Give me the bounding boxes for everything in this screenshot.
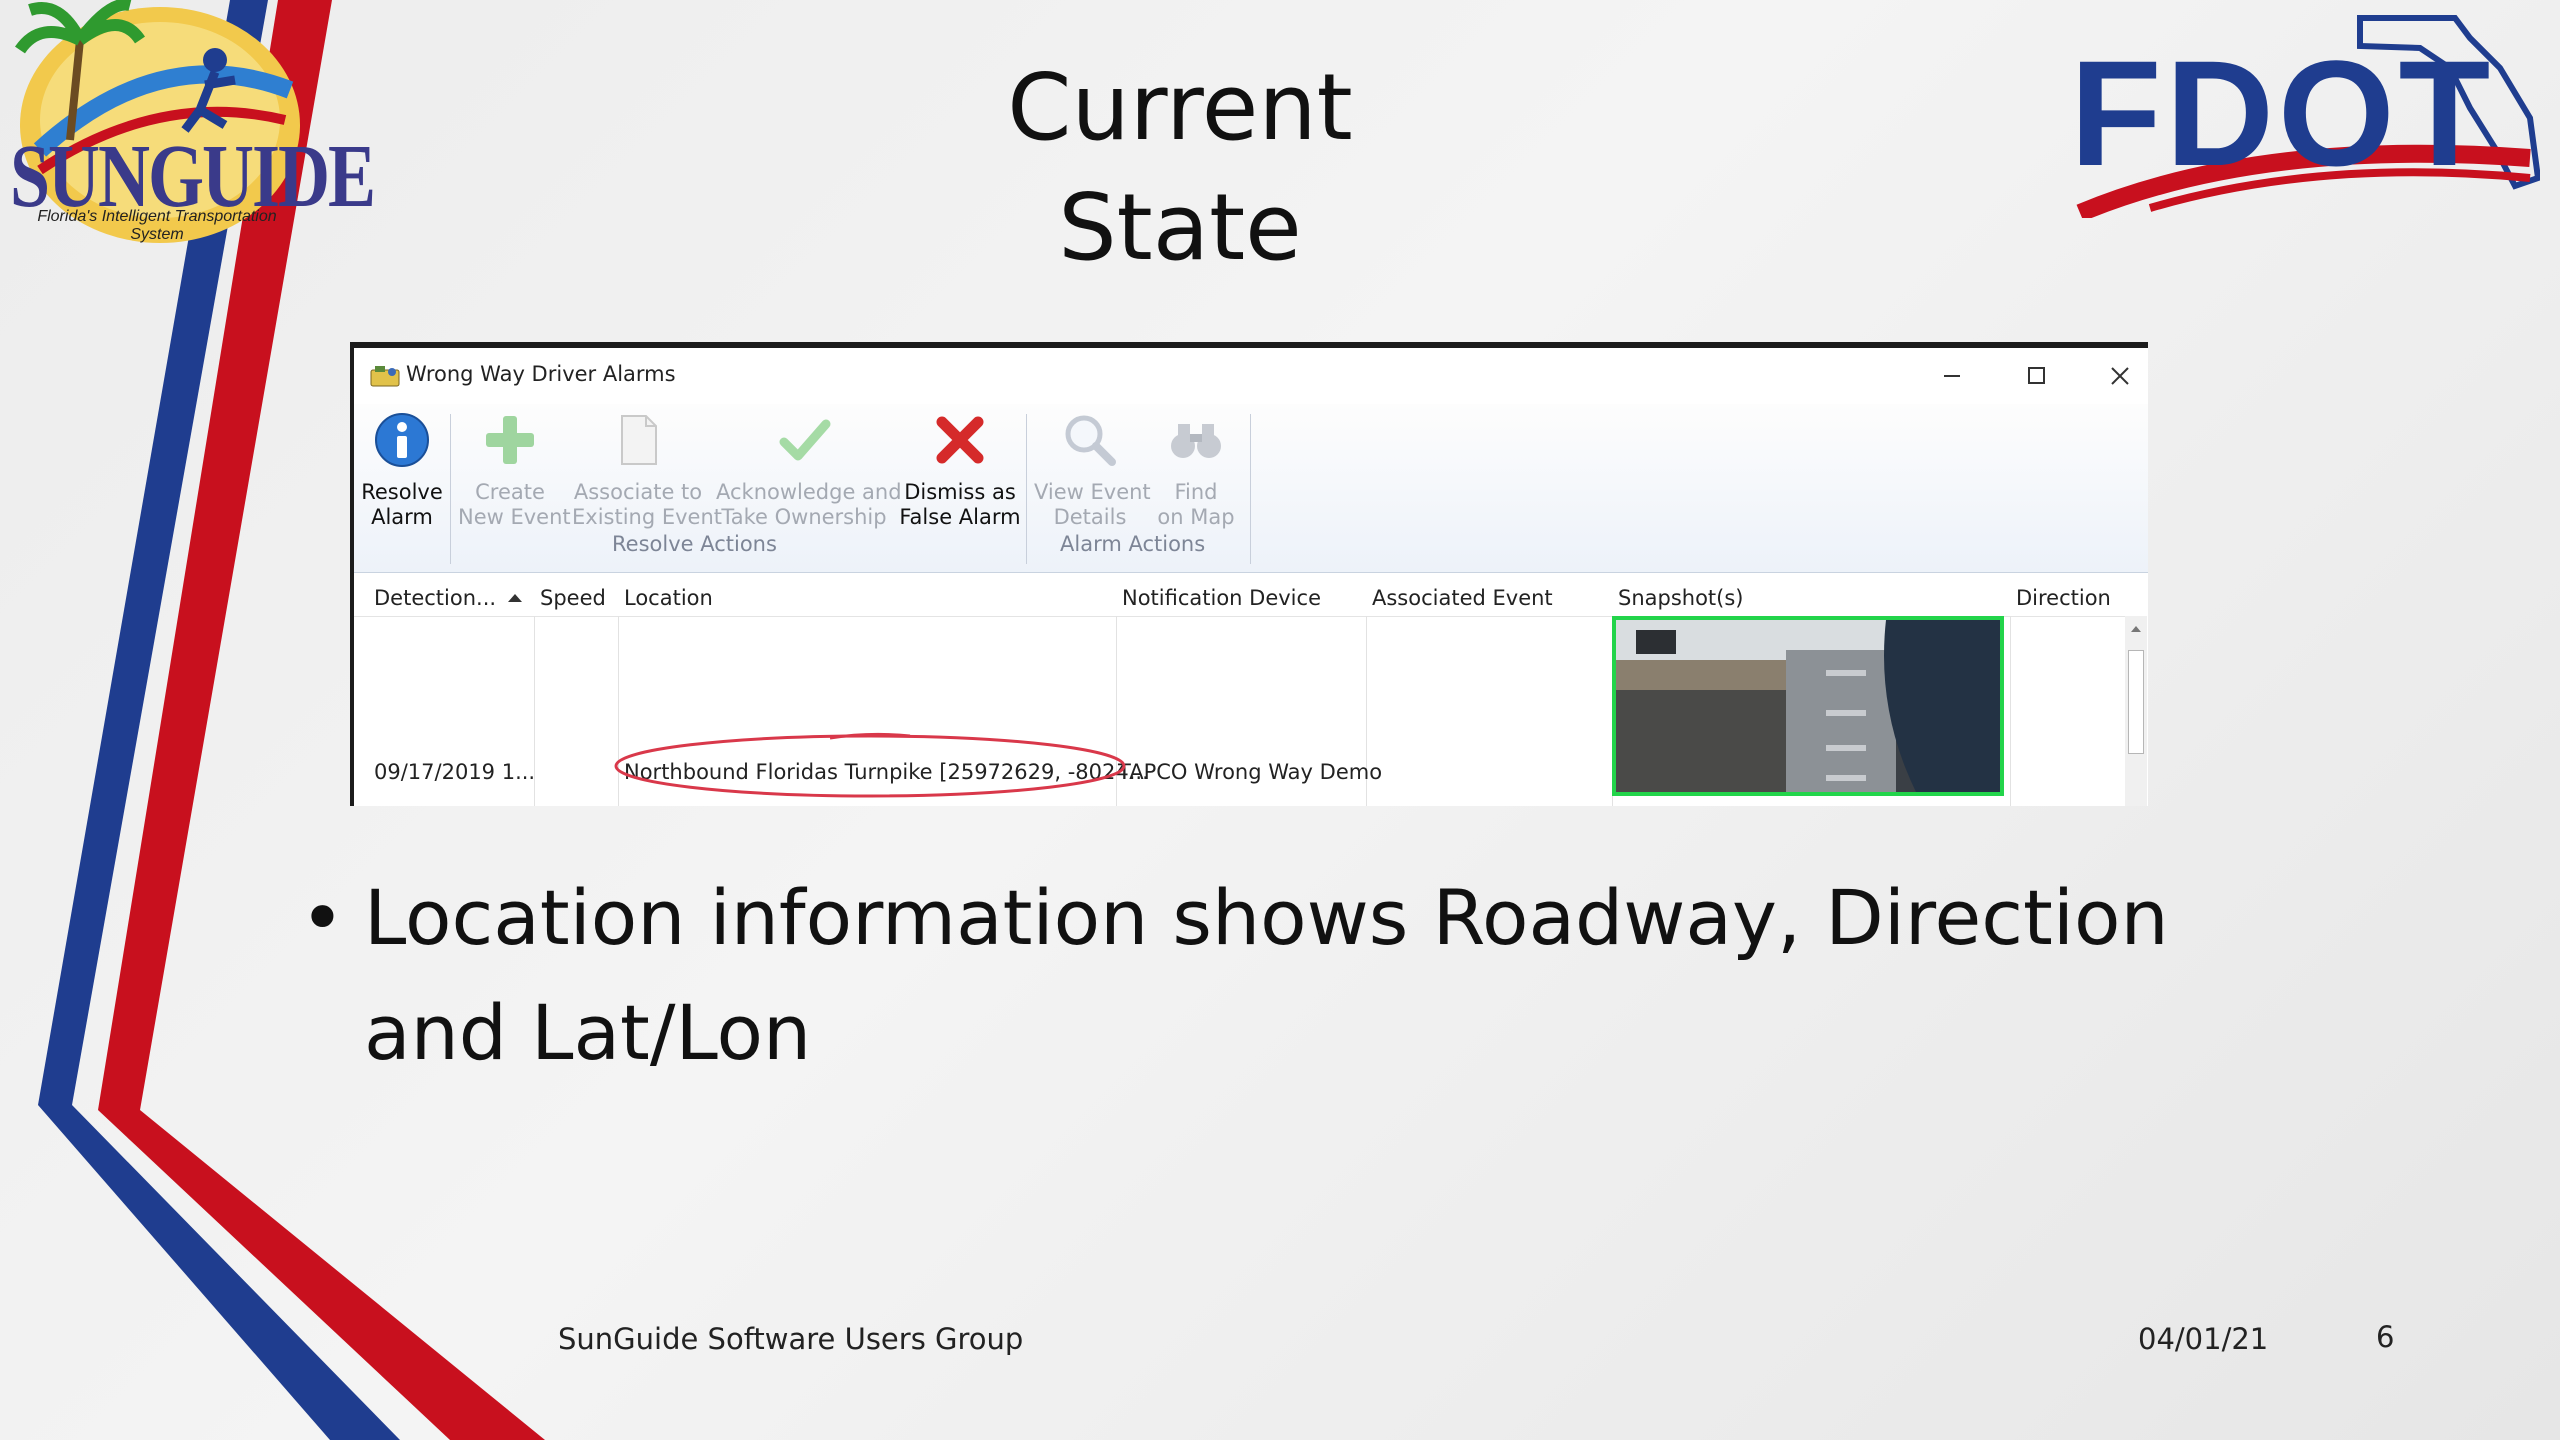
ribbon-separator	[1250, 414, 1251, 564]
find-on-map-button[interactable]: Find on Map	[1148, 410, 1244, 530]
acknowledge-ownership-button[interactable]: Acknowledge and Take Ownership	[716, 410, 902, 530]
resolve-alarm-button[interactable]: Resolve Alarm	[358, 410, 446, 530]
view-event-details-button[interactable]: View Event Details	[1034, 410, 1151, 530]
resolve-actions-group-label: Resolve Actions	[612, 532, 777, 556]
alarm-actions-group-label: Alarm Actions	[1060, 532, 1206, 556]
minimize-icon[interactable]	[1932, 358, 1972, 394]
create-new-event-button[interactable]: Create New Event	[458, 410, 571, 530]
col-header-location[interactable]: Location	[624, 586, 713, 610]
bullet-text: Location information shows Roadway, Dire…	[364, 873, 2169, 1077]
red-x-icon	[936, 416, 984, 464]
close-icon[interactable]	[2100, 358, 2140, 394]
checkmark-icon	[779, 419, 831, 461]
ribbon-toolbar: Resolve Alarm Create New Event Associate t…	[354, 404, 2148, 573]
sunguide-tagline: Florida's Intelligent Transportation Sys…	[37, 208, 277, 243]
column-divider	[2010, 616, 2011, 806]
annotation-circle	[614, 732, 1126, 798]
col-header-direction[interactable]: Direction	[2016, 586, 2111, 610]
magnifier-icon	[1065, 415, 1116, 466]
view-event-label-2: Details	[1053, 505, 1127, 529]
find-map-label-2: on Map	[1157, 505, 1235, 529]
window-title: Wrong Way Driver Alarms	[406, 362, 676, 386]
scroll-up-arrow-icon[interactable]	[2131, 626, 2141, 632]
slide-title: Current State	[1007, 54, 1353, 281]
alarms-grid: Detection... Speed Location Notification…	[354, 580, 2148, 806]
scrollbar-thumb[interactable]	[2128, 650, 2144, 754]
create-event-label-1: Create	[475, 480, 545, 504]
app-icon	[370, 366, 400, 387]
associate-existing-event-button[interactable]: Associate to Existing Event	[572, 410, 722, 530]
footer-group-name: SunGuide Software Users Group	[558, 1322, 1024, 1356]
dismiss-false-alarm-button[interactable]: Dismiss as False Alarm	[898, 410, 1022, 530]
ribbon-separator	[450, 414, 451, 564]
grid-header: Detection... Speed Location Notification…	[354, 580, 2129, 617]
associate-label-1: Associate to	[573, 480, 703, 504]
col-header-notification-device[interactable]: Notification Device	[1122, 586, 1321, 610]
vertical-scrollbar[interactable]	[2125, 616, 2147, 806]
associate-label-2: Existing Event	[572, 505, 723, 529]
cell-detection: 09/17/2019 1...	[374, 760, 536, 784]
acknowledge-label-2: Take Ownership	[721, 505, 887, 529]
view-event-label-1: View Event	[1034, 480, 1151, 504]
footer-date: 04/01/21	[2138, 1322, 2269, 1356]
page-number: 6	[2376, 1320, 2395, 1354]
col-header-snapshots[interactable]: Snapshot(s)	[1618, 586, 1744, 610]
col-header-speed[interactable]: Speed	[540, 586, 606, 610]
acknowledge-label-1: Acknowledge and	[716, 480, 902, 504]
cell-notification-device: TAPCO Wrong Way Demo	[1118, 760, 1383, 784]
wrong-way-alarms-window: Wrong Way Driver Alarms Resolve Alarm Cre…	[350, 342, 2148, 806]
resolve-alarm-label-1: Resolve	[361, 480, 443, 504]
window-titlebar[interactable]: Wrong Way Driver Alarms	[354, 348, 2148, 404]
dismiss-label-2: False Alarm	[899, 505, 1021, 529]
sort-ascending-icon	[508, 594, 522, 602]
col-header-associated-event[interactable]: Associated Event	[1372, 586, 1553, 610]
dismiss-label-1: Dismiss as	[904, 480, 1016, 504]
bullet-marker: •	[300, 873, 345, 962]
document-icon	[621, 415, 657, 465]
find-map-label-1: Find	[1174, 480, 1218, 504]
sunguide-logo: SUNGUIDE Florida's Intelligent Transport…	[0, 0, 376, 255]
plus-icon	[486, 416, 534, 464]
binoculars-icon	[1171, 424, 1221, 458]
bullet-point: • Location information shows Roadway, Di…	[300, 860, 2280, 1090]
fdot-logo: FDOT	[2060, 8, 2540, 218]
snapshot-thumbnail[interactable]	[1612, 616, 2004, 796]
col-header-detection[interactable]: Detection...	[374, 586, 496, 610]
maximize-icon[interactable]	[2016, 358, 2056, 394]
fdot-wordmark: FDOT	[2070, 29, 2495, 197]
ribbon-separator	[1026, 414, 1027, 564]
create-event-label-2: New Event	[458, 505, 571, 529]
info-icon	[375, 413, 429, 467]
resolve-alarm-label-2: Alarm	[371, 505, 433, 529]
